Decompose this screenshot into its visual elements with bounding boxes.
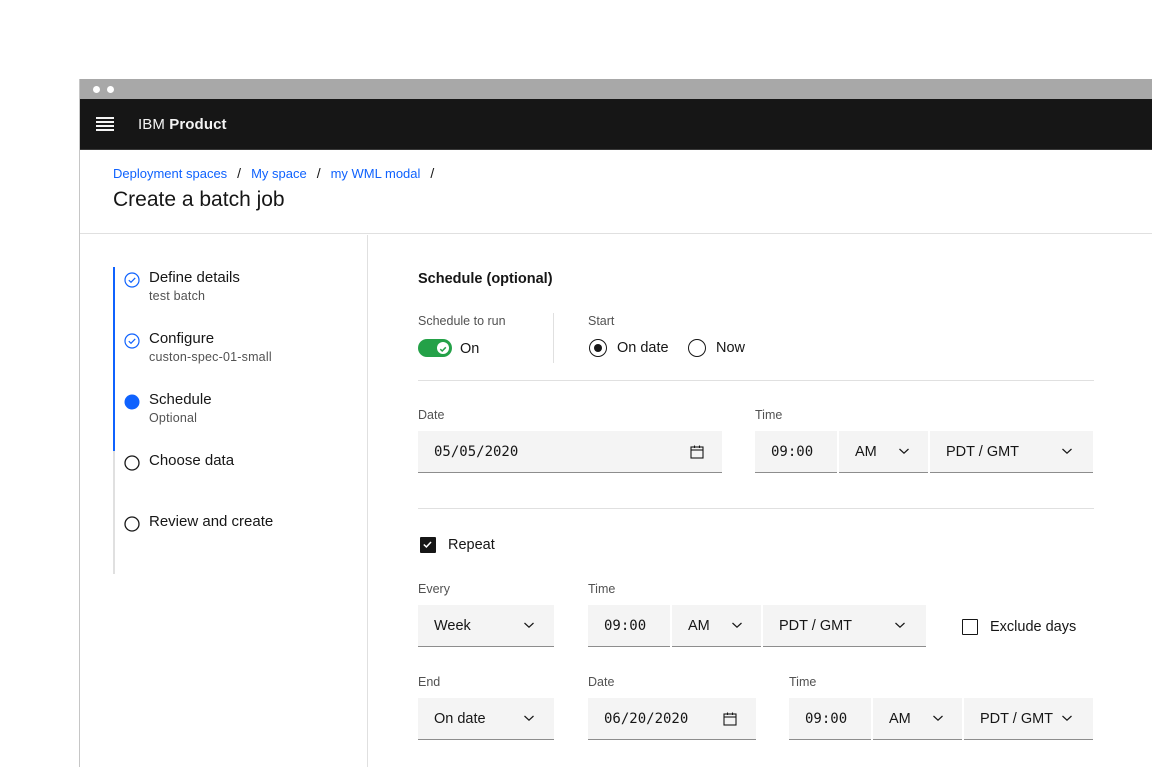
breadcrumb-my-space[interactable]: My space (251, 166, 307, 181)
chevron-down-icon (524, 715, 534, 722)
incomplete-circle-icon (124, 455, 140, 471)
step-label: Configure (149, 330, 215, 347)
calendar-icon[interactable] (689, 444, 705, 460)
time-label: Time (755, 408, 783, 422)
checkmark-icon (439, 346, 447, 353)
start-date-input[interactable]: 05/05/2020 (418, 431, 722, 473)
start-timezone-select[interactable]: PDT / GMT (930, 431, 1093, 473)
radio-on-date[interactable]: On date (589, 339, 669, 357)
end-time-value: 09:00 (805, 711, 848, 727)
chevron-down-icon (524, 622, 534, 629)
checkmark-outline-icon (124, 272, 140, 288)
chevron-down-icon (933, 715, 943, 722)
checkbox-checked-icon (420, 537, 436, 553)
current-step-icon (124, 394, 140, 410)
window-chrome (80, 79, 1152, 99)
toggle-state-text: On (460, 341, 480, 357)
incomplete-circle-icon (124, 516, 140, 532)
start-time-value: 09:00 (771, 444, 814, 460)
step-sublabel: custon-spec-01-small (149, 350, 272, 364)
breadcrumb-separator: / (430, 165, 435, 181)
end-ampm-select[interactable]: AM (873, 698, 962, 740)
start-ampm-select[interactable]: AM (839, 431, 928, 473)
radio-selected-icon (589, 339, 607, 357)
step-label: Define details (149, 269, 240, 286)
every-label: Every (418, 582, 450, 596)
exclude-days-checkbox[interactable]: Exclude days (962, 619, 1076, 635)
repeat-time-input[interactable]: 09:00 (588, 605, 670, 647)
chevron-down-icon (1062, 448, 1072, 455)
menu-icon[interactable] (96, 117, 114, 131)
schedule-to-run-label: Schedule to run (418, 314, 506, 328)
breadcrumb-deployment-spaces[interactable]: Deployment spaces (113, 166, 227, 181)
every-select[interactable]: Week (418, 605, 554, 647)
step-label: Choose data (149, 452, 235, 469)
divider (418, 380, 1094, 381)
page-title: Create a batch job (113, 188, 285, 211)
brand-prefix: IBM (138, 116, 165, 133)
schedule-toggle[interactable] (418, 339, 452, 357)
vertical-divider (553, 313, 554, 363)
chevron-down-icon (895, 622, 905, 629)
divider (418, 508, 1094, 509)
start-label: Start (588, 314, 615, 328)
start-ampm-value: AM (855, 444, 877, 460)
repeat-time-label: Time (588, 582, 616, 596)
step-sublabel: test batch (149, 289, 206, 303)
page-header: Deployment spaces / My space / my WML mo… (80, 151, 1152, 234)
breadcrumb: Deployment spaces / My space / my WML mo… (113, 165, 444, 181)
radio-label: Now (716, 340, 746, 356)
radio-unselected-icon (688, 339, 706, 357)
end-date-input[interactable]: 06/20/2020 (588, 698, 756, 740)
end-date-label: Date (588, 675, 615, 689)
checkbox-unchecked-icon (962, 619, 978, 635)
repeat-ampm-value: AM (688, 618, 710, 634)
date-label: Date (418, 408, 445, 422)
toggle-knob (437, 342, 449, 354)
repeat-timezone-select[interactable]: PDT / GMT (763, 605, 926, 647)
progress-indicator: Define details test batch Configure cust… (80, 235, 368, 767)
end-ampm-value: AM (889, 711, 911, 727)
breadcrumb-separator: / (316, 165, 321, 181)
breadcrumb-my-wml-modal[interactable]: my WML modal (331, 166, 421, 181)
radio-now[interactable]: Now (688, 339, 745, 357)
step-sublabel: Optional (149, 411, 198, 425)
window-dot (107, 86, 114, 93)
product-name[interactable]: IBM Product (138, 116, 227, 133)
repeat-ampm-select[interactable]: AM (672, 605, 761, 647)
window-dot (93, 86, 100, 93)
brand-name: Product (169, 116, 227, 133)
checkbox-label: Exclude days (990, 619, 1077, 635)
chevron-down-icon (732, 622, 742, 629)
end-value: On date (434, 711, 486, 727)
start-time-input[interactable]: 09:00 (755, 431, 837, 473)
section-title: Schedule (optional) (418, 271, 553, 287)
app-window: IBM Product Deployment spaces / My space… (79, 79, 1152, 767)
progress-fill (113, 267, 115, 451)
start-timezone-value: PDT / GMT (946, 444, 1020, 460)
end-timezone-value: PDT / GMT (980, 711, 1054, 727)
radio-label: On date (617, 340, 669, 356)
start-date-value: 05/05/2020 (434, 444, 519, 460)
chevron-down-icon (899, 448, 909, 455)
end-time-input[interactable]: 09:00 (789, 698, 871, 740)
repeat-timezone-value: PDT / GMT (779, 618, 853, 634)
end-time-label: Time (789, 675, 817, 689)
calendar-icon[interactable] (722, 711, 738, 727)
chevron-down-icon (1062, 715, 1072, 722)
breadcrumb-separator: / (237, 165, 242, 181)
repeat-time-value: 09:00 (604, 618, 647, 634)
step-label: Review and create (149, 513, 274, 530)
checkbox-label: Repeat (448, 537, 495, 553)
every-value: Week (434, 618, 471, 634)
top-header: IBM Product (80, 99, 1152, 150)
end-date-value: 06/20/2020 (604, 711, 689, 727)
end-timezone-select[interactable]: PDT / GMT (964, 698, 1093, 740)
step-label: Schedule (149, 391, 212, 408)
end-select[interactable]: On date (418, 698, 554, 740)
checkmark-outline-icon (124, 333, 140, 349)
repeat-checkbox[interactable]: Repeat (420, 537, 495, 553)
end-label: End (418, 675, 441, 689)
